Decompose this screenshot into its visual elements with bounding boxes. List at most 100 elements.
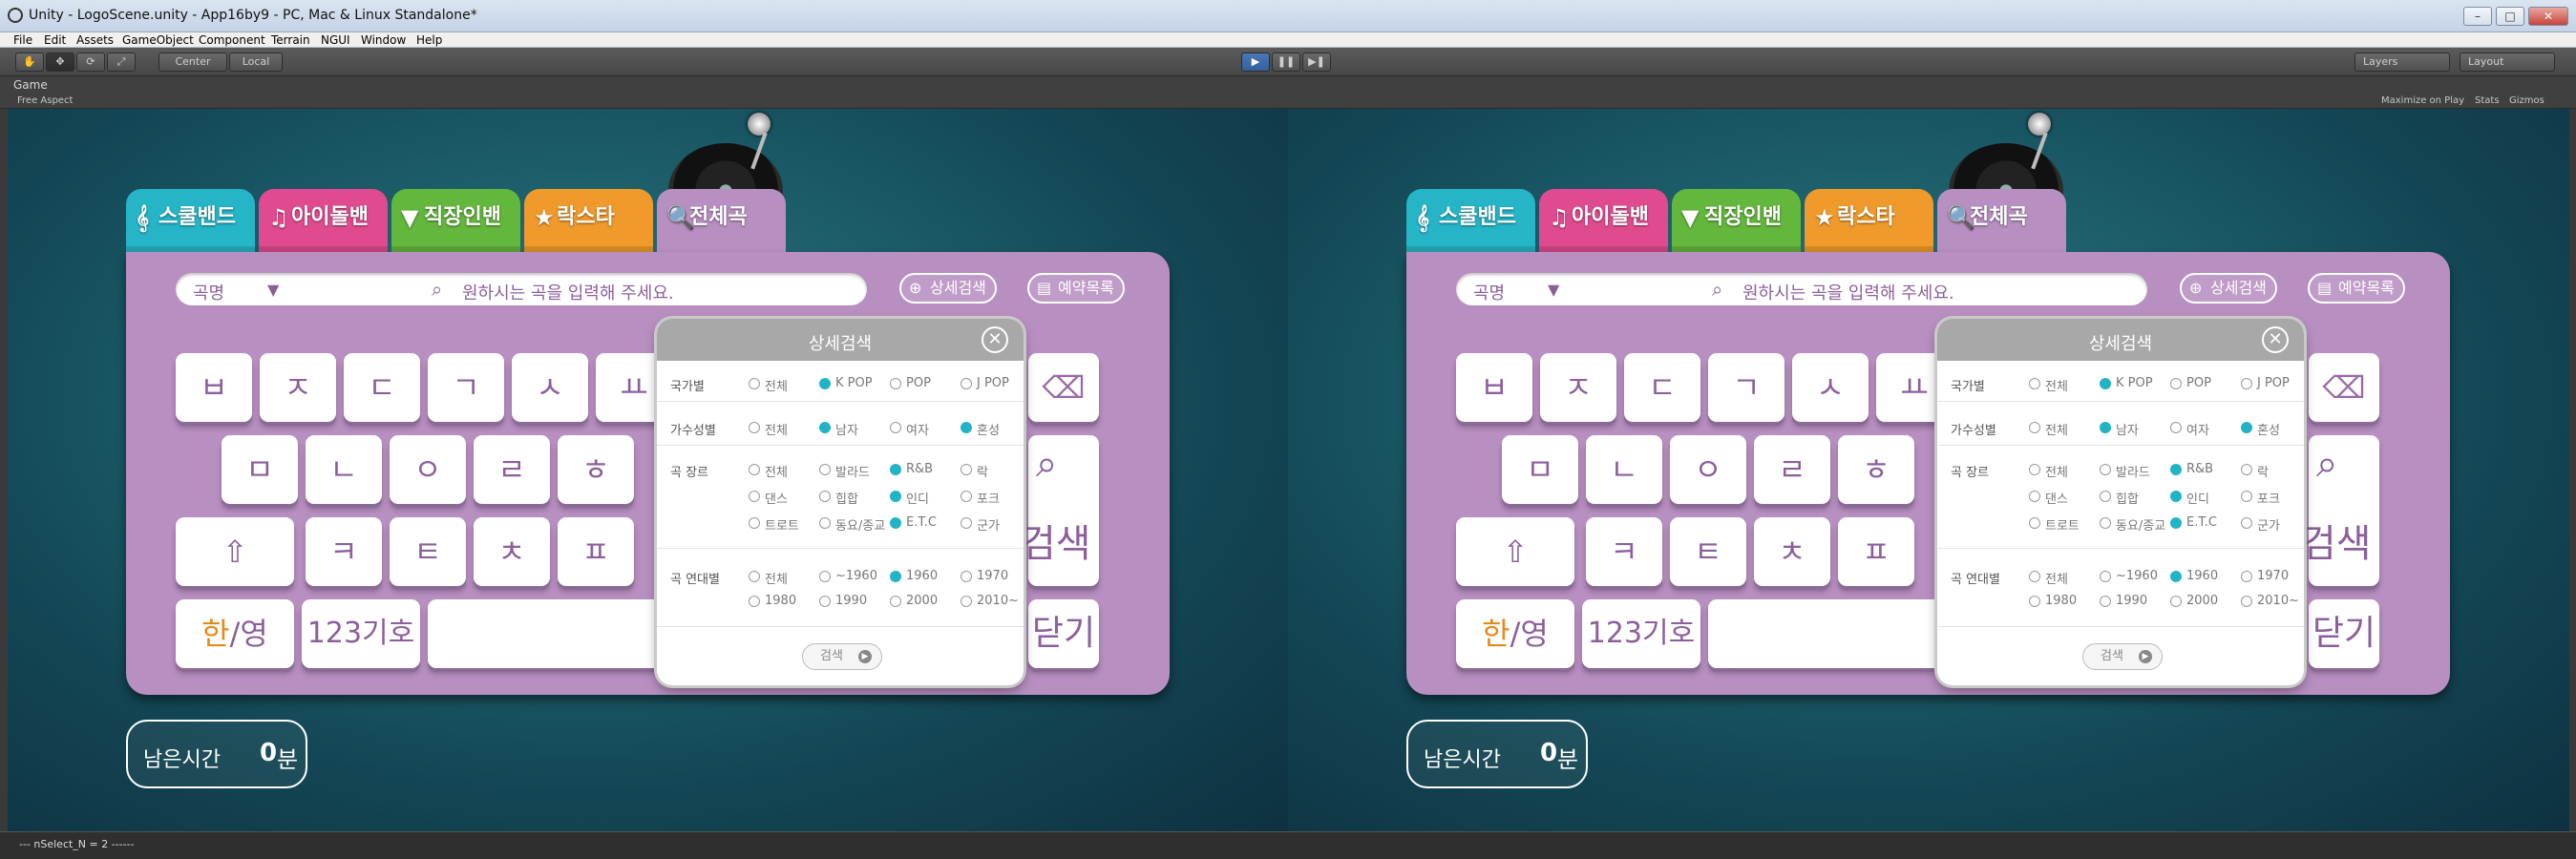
search-category-select[interactable]: 곡명 xyxy=(193,280,224,304)
key-g[interactable]: ㄱ xyxy=(1708,353,1784,422)
layout-dropdown[interactable]: Layout xyxy=(2460,52,2555,72)
key-m[interactable]: ㅁ xyxy=(222,435,298,504)
tab-all-songs[interactable]: 🔍 전체곡 xyxy=(1937,189,2066,252)
rotate-tool-icon[interactable]: ⟳ xyxy=(76,52,105,72)
key-ng[interactable]: ㅇ xyxy=(1670,435,1746,504)
detail-search-button[interactable]: ⊕ 상세검색 xyxy=(899,273,997,304)
radio-option[interactable]: 전체 xyxy=(749,420,788,438)
menu-file[interactable]: File xyxy=(13,32,32,48)
radio-option[interactable]: 2010~ xyxy=(961,594,1019,608)
tab-office-band[interactable]: ▼직장인밴드 xyxy=(391,189,520,286)
maximize-button[interactable]: □ xyxy=(2496,7,2524,26)
scale-tool-icon[interactable]: ⤢ xyxy=(107,52,136,72)
pivot-local-button[interactable]: Local xyxy=(229,52,283,72)
gizmos-dropdown[interactable]: Gizmos xyxy=(2509,95,2544,106)
key-b[interactable]: ㅂ xyxy=(1456,353,1532,422)
menu-help[interactable]: Help xyxy=(416,32,442,48)
key-d[interactable]: ㄷ xyxy=(344,353,420,422)
radio-option[interactable]: 힙합 xyxy=(2100,489,2139,507)
layers-dropdown[interactable]: Layers xyxy=(2354,52,2450,72)
space-key[interactable] xyxy=(428,599,676,668)
search-key[interactable]: ⌕ 검색 xyxy=(2301,435,2379,586)
close-icon[interactable]: ✕ xyxy=(982,326,1008,353)
radio-option[interactable]: 1980 xyxy=(749,594,796,608)
radio-option[interactable]: 전체 xyxy=(2029,420,2068,438)
key-h[interactable]: ㅎ xyxy=(558,435,634,504)
menu-window[interactable]: Window xyxy=(361,32,406,48)
key-k[interactable]: ㅋ xyxy=(306,517,382,586)
key-s[interactable]: ㅅ xyxy=(1792,353,1869,422)
key-m[interactable]: ㅁ xyxy=(1502,435,1578,504)
tab-school-band[interactable]: 𝄞 스쿨밴드 xyxy=(1406,189,1535,252)
shift-icon[interactable]: ⇧ xyxy=(1456,517,1574,586)
radio-option[interactable]: 2010~ xyxy=(2241,594,2299,608)
game-tab[interactable]: Game xyxy=(13,78,48,92)
radio-option[interactable]: 락 xyxy=(961,462,988,480)
key-d[interactable]: ㄷ xyxy=(1624,353,1700,422)
radio-option[interactable]: 2000 xyxy=(2170,594,2218,608)
radio-option[interactable]: 전체 xyxy=(749,569,788,587)
tab-all-songs[interactable]: 🔍 전체곡 xyxy=(657,189,786,252)
radio-option[interactable]: K POP xyxy=(2100,376,2153,390)
radio-option[interactable]: 발라드 xyxy=(819,462,870,480)
close-button[interactable]: ✕ xyxy=(2528,7,2568,26)
radio-option[interactable]: J POP xyxy=(2241,376,2290,390)
menu-edit[interactable]: Edit xyxy=(44,32,66,48)
radio-option[interactable]: 1960 xyxy=(890,569,938,583)
chevron-down-icon[interactable]: ▼ xyxy=(267,281,279,299)
radio-option[interactable]: 1990 xyxy=(819,594,867,608)
key-k[interactable]: ㅋ xyxy=(1586,517,1662,586)
radio-option[interactable]: 포크 xyxy=(961,489,1000,507)
menu-ngui[interactable]: NGUI xyxy=(321,32,350,48)
key-h[interactable]: ㅎ xyxy=(1838,435,1914,504)
radio-option[interactable]: 남자 xyxy=(819,420,858,438)
detail-search-button[interactable]: ⊕ 상세검색 xyxy=(2180,273,2277,304)
backspace-icon[interactable]: ⌫ xyxy=(1028,353,1099,422)
close-icon[interactable]: ✕ xyxy=(2262,326,2289,353)
close-key[interactable]: 닫기 xyxy=(1028,599,1099,668)
reservation-list-button[interactable]: ▤ 예약목록 xyxy=(1027,273,1125,304)
key-r[interactable]: ㄹ xyxy=(474,435,550,504)
tab-rockstar[interactable]: ★ 락스타 xyxy=(1805,189,1933,252)
radio-option[interactable]: 힙합 xyxy=(819,489,858,507)
lang-toggle-button[interactable]: 한/영 xyxy=(1456,599,1574,668)
key-t[interactable]: ㅌ xyxy=(1670,517,1746,586)
search-key[interactable]: ⌕ 검색 xyxy=(1021,435,1099,586)
radio-option[interactable]: 동요/종교 xyxy=(819,515,885,534)
radio-option[interactable]: 포크 xyxy=(2241,489,2280,507)
play-icon[interactable]: ▶ xyxy=(1241,52,1270,72)
radio-option[interactable]: 혼성 xyxy=(961,420,1000,438)
radio-option[interactable]: POP xyxy=(890,376,931,390)
key-j[interactable]: ㅈ xyxy=(260,353,336,422)
radio-option[interactable]: K POP xyxy=(819,376,873,390)
radio-option[interactable]: 동요/종교 xyxy=(2100,515,2165,534)
radio-option[interactable]: 댄스 xyxy=(749,489,788,507)
radio-option[interactable]: 1960 xyxy=(2170,569,2218,583)
numeric-symbol-key[interactable]: 123기호 xyxy=(1582,599,1700,668)
tab-idol-band[interactable]: ♫아이돌밴드 xyxy=(259,189,388,286)
radio-option[interactable]: 군가 xyxy=(961,515,1000,534)
radio-option[interactable]: 2000 xyxy=(890,594,938,608)
key-ng[interactable]: ㅇ xyxy=(390,435,466,504)
key-j[interactable]: ㅈ xyxy=(1540,353,1616,422)
chevron-down-icon[interactable]: ▼ xyxy=(1548,281,1559,299)
pause-icon[interactable]: ❚❚ xyxy=(1272,52,1300,72)
radio-option[interactable]: 여자 xyxy=(2170,420,2209,438)
menu-terrain[interactable]: Terrain xyxy=(271,32,310,48)
radio-option[interactable]: 1990 xyxy=(2100,594,2147,608)
radio-option[interactable]: 혼성 xyxy=(2241,420,2280,438)
step-icon[interactable]: ▶❚ xyxy=(1302,52,1331,72)
radio-option[interactable]: 군가 xyxy=(2241,515,2280,534)
search-input[interactable]: 곡명 ▼ ⌕ 원하시는 곡을 입력해 주세요. xyxy=(1456,273,2147,305)
key-b[interactable]: ㅂ xyxy=(176,353,252,422)
reservation-list-button[interactable]: ▤ 예약목록 xyxy=(2308,273,2405,304)
key-ch[interactable]: ㅊ xyxy=(1754,517,1830,586)
key-n[interactable]: ㄴ xyxy=(306,435,382,504)
hand-tool-icon[interactable]: ✋ xyxy=(15,52,44,72)
radio-option[interactable]: 전체 xyxy=(2029,569,2068,587)
menu-component[interactable]: Component xyxy=(199,32,265,48)
key-p[interactable]: ㅍ xyxy=(558,517,634,586)
pivot-center-button[interactable]: Center xyxy=(158,52,227,72)
key-ch[interactable]: ㅊ xyxy=(474,517,550,586)
radio-option[interactable]: R&B xyxy=(2170,462,2213,476)
